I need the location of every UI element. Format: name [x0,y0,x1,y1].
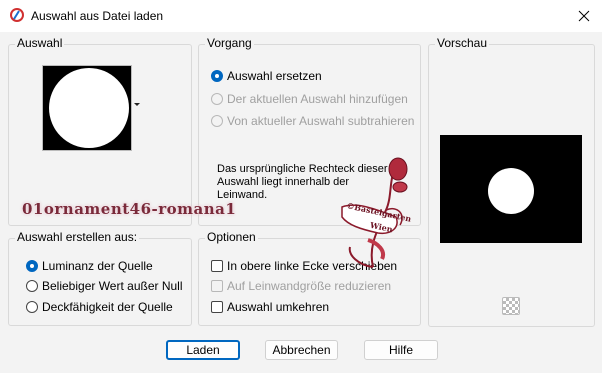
erstellen-group: Auswahl erstellen aus: Luminanz der Quel… [8,230,192,326]
checkerboard-icon[interactable] [502,297,520,315]
checkbox-auswahl-umkehren[interactable]: Auswahl umkehren [211,300,329,314]
checkbox-label: Auf Leinwandgröße reduzieren [227,279,392,293]
chevron-down-icon[interactable] [133,102,141,108]
radio-deckfaehigkeit[interactable]: Deckfähigkeit der Quelle [26,300,173,314]
selection-thumbnail[interactable] [42,65,132,151]
radio-label: Der aktuellen Auswahl hinzufügen [227,92,408,106]
radio-auswahl-hinzufuegen[interactable]: Der aktuellen Auswahl hinzufügen [211,92,408,106]
radio-label: Deckfähigkeit der Quelle [42,300,173,314]
laden-button[interactable]: Laden [166,340,240,360]
preview-canvas [440,135,582,243]
watermark-text: 01ornament46-romana1 [22,200,237,218]
abbrechen-button[interactable]: Abbrechen [265,340,338,360]
radio-indicator [211,115,223,127]
paint-shop-pro-icon [10,8,24,22]
hilfe-button[interactable]: Hilfe [364,340,438,360]
radio-indicator [211,70,223,82]
radio-auswahl-subtrahieren[interactable]: Von aktueller Auswahl subtrahieren [211,114,414,128]
radio-auswahl-ersetzen[interactable]: Auswahl ersetzen [211,69,322,83]
vorgang-group-title: Vorgang [205,36,254,50]
close-icon [578,10,590,22]
selection-circle-shape [49,68,129,148]
vorschau-group: Vorschau [428,36,595,327]
window-title: Auswahl aus Datei laden [31,9,164,23]
checkbox-indicator [211,280,223,292]
radio-label: Auswahl ersetzen [227,69,322,83]
close-button[interactable] [566,0,602,32]
radio-luminanz[interactable]: Luminanz der Quelle [26,259,153,273]
auswahl-group: Auswahl [8,36,192,226]
vorschau-group-title: Vorschau [435,36,490,50]
radio-indicator [26,301,38,313]
preview-circle [488,168,534,214]
radio-beliebiger-wert[interactable]: Beliebiger Wert außer Null [26,279,183,293]
radio-label: Von aktueller Auswahl subtrahieren [227,114,415,128]
auswahl-group-title: Auswahl [15,36,65,50]
radio-label: Beliebiger Wert außer Null [42,279,183,293]
title-bar: Auswahl aus Datei laden [0,0,602,32]
radio-indicator [26,280,38,292]
radio-indicator [211,93,223,105]
optionen-group-title: Optionen [205,230,258,244]
checkbox-leinwandgroesse[interactable]: Auf Leinwandgröße reduzieren [211,279,391,293]
radio-label: Luminanz der Quelle [42,259,153,273]
checkbox-indicator [211,301,223,313]
radio-indicator [26,260,38,272]
checkbox-indicator [211,260,223,272]
erstellen-group-title: Auswahl erstellen aus: [15,230,140,244]
checkbox-label: Auswahl umkehren [227,300,330,314]
